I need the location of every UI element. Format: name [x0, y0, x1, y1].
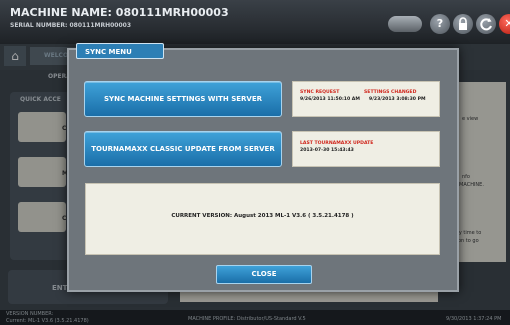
refresh-icon[interactable]: [476, 14, 496, 34]
machine-name: MACHINE NAME: 080111MRH00003: [10, 6, 229, 19]
current-version-box: [85, 183, 440, 255]
keyboard-icon[interactable]: [388, 16, 422, 32]
sync-menu-title: SYNC MENU: [76, 43, 164, 59]
settings-changed-label: SETTINGS CHANGED: [364, 90, 417, 95]
sync-request-label: SYNC REQUEST: [300, 90, 340, 95]
sync-request-value: 9/26/2013 11:50:10 AM: [300, 97, 360, 102]
serial-number: SERIAL NUMBER: 080111MRH00003: [10, 22, 132, 29]
close-button[interactable]: CLOSE: [216, 265, 312, 284]
settings-changed-value: 9/23/2013 3:08:30 PM: [369, 97, 426, 102]
lock-icon[interactable]: [453, 14, 473, 34]
last-update-value: 2013-07-30 15:43:43: [300, 148, 354, 153]
classic-update-button[interactable]: TOURNAMAXX CLASSIC UPDATE FROM SERVER: [84, 131, 282, 167]
current-version-text: CURRENT VERSION: August 2013 ML-1 V3.6 (…: [171, 213, 354, 219]
last-update-label: LAST TOURNAMAXX UPDATE: [300, 141, 374, 146]
sync-settings-button[interactable]: SYNC MACHINE SETTINGS WITH SERVER: [84, 81, 282, 117]
help-icon[interactable]: ?: [430, 14, 450, 34]
